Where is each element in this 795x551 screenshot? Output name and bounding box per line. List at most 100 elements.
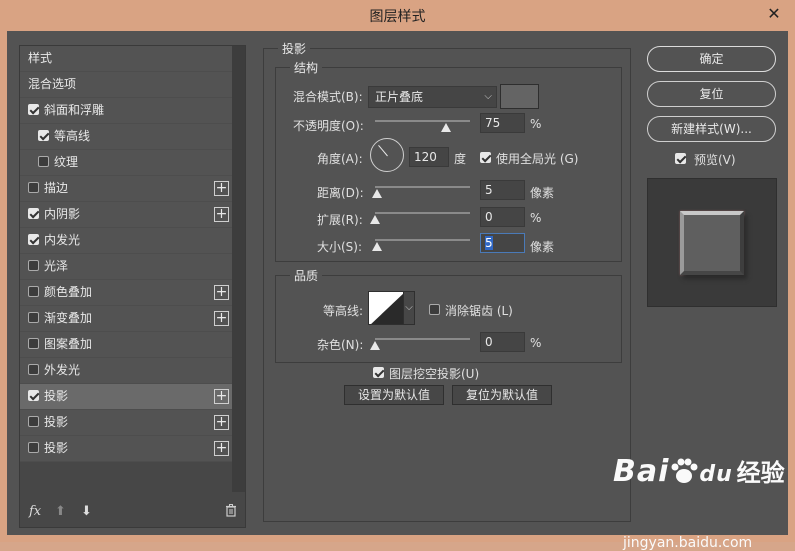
title-bar: 图层样式 ✕ bbox=[0, 0, 795, 31]
style-list-item[interactable]: 混合选项 bbox=[20, 72, 232, 98]
contour-picker[interactable] bbox=[368, 291, 404, 325]
style-list-item[interactable]: 内发光 bbox=[20, 228, 232, 254]
watermark-brand-2: du bbox=[699, 462, 733, 487]
size-input[interactable]: 5 bbox=[480, 233, 525, 253]
angle-input[interactable]: 120 bbox=[409, 147, 449, 167]
style-checkbox[interactable] bbox=[28, 234, 39, 245]
add-effect-icon[interactable]: + bbox=[214, 415, 229, 430]
global-light-label: 使用全局光 (G) bbox=[496, 152, 579, 166]
style-checkbox[interactable] bbox=[28, 364, 39, 375]
style-checkbox[interactable] bbox=[28, 208, 39, 219]
dialog-window: 图层样式 ✕ 样式 混合选项斜面和浮雕等高线纹理描边 + 内阴影 + 内发光光泽颜色叠加 +… bbox=[0, 0, 795, 551]
style-list-item-label: 等高线 bbox=[54, 129, 91, 143]
shadow-color-swatch[interactable] bbox=[500, 84, 539, 109]
add-effect-icon[interactable]: + bbox=[214, 181, 229, 196]
trash-icon[interactable] bbox=[225, 504, 237, 520]
opacity-label: 不透明度(O): bbox=[293, 119, 364, 133]
style-checkbox[interactable] bbox=[28, 338, 39, 349]
style-checkbox[interactable] bbox=[28, 182, 39, 193]
style-list-item[interactable]: 图案叠加 bbox=[20, 332, 232, 358]
antialias-checkbox[interactable] bbox=[429, 304, 440, 315]
add-effect-icon[interactable]: + bbox=[214, 285, 229, 300]
add-effect-icon[interactable]: + bbox=[214, 207, 229, 222]
style-checkbox[interactable] bbox=[28, 312, 39, 323]
size-slider-thumb[interactable] bbox=[371, 242, 382, 251]
style-list-item-label: 投影 bbox=[44, 441, 69, 455]
watermark-brand: Bai bbox=[613, 454, 670, 489]
angle-dial[interactable] bbox=[370, 138, 404, 172]
ok-button[interactable]: 确定 bbox=[647, 46, 776, 72]
close-button[interactable]: ✕ bbox=[761, 2, 787, 26]
style-checkbox[interactable] bbox=[28, 104, 39, 115]
distance-unit: 像素 bbox=[530, 186, 555, 200]
style-list-item-label: 投影 bbox=[44, 415, 69, 429]
dialog-body: 样式 混合选项 斜面和浮雕 等高线 纹理 描边 + 内阴影 + 内发光 光泽 颜色叠加 + 渐变叠加 + 图案… bbox=[7, 31, 788, 551]
style-checkbox[interactable] bbox=[38, 130, 49, 141]
add-effect-icon[interactable]: + bbox=[214, 441, 229, 456]
style-list-item[interactable]: 内阴影 + bbox=[20, 202, 232, 228]
new-style-button[interactable]: 新建样式(W)... bbox=[647, 116, 776, 142]
preview-box bbox=[647, 178, 777, 307]
style-checkbox[interactable] bbox=[38, 156, 49, 167]
angle-dial-indicator bbox=[378, 144, 388, 157]
opacity-slider-thumb[interactable] bbox=[441, 123, 452, 132]
spread-slider[interactable] bbox=[375, 212, 470, 214]
style-list-item[interactable]: 描边 + bbox=[20, 176, 232, 202]
opacity-slider[interactable] bbox=[375, 120, 470, 122]
style-checkbox[interactable] bbox=[28, 416, 39, 427]
spread-slider-thumb[interactable] bbox=[370, 215, 380, 224]
style-list-item[interactable]: 样式 bbox=[20, 46, 232, 72]
paw-icon bbox=[669, 457, 699, 485]
style-list-item-label: 内发光 bbox=[44, 233, 81, 247]
blend-mode-value: 正片叠底 bbox=[375, 90, 424, 104]
style-list-item[interactable]: 渐变叠加 + bbox=[20, 306, 232, 332]
style-list-item[interactable]: 投影 + bbox=[20, 384, 232, 410]
size-slider[interactable] bbox=[375, 239, 470, 241]
style-list-item-label: 斜面和浮雕 bbox=[44, 103, 105, 117]
add-effect-icon[interactable]: + bbox=[214, 389, 229, 404]
distance-slider-thumb[interactable] bbox=[371, 189, 382, 198]
style-list-item-label: 图案叠加 bbox=[44, 337, 93, 351]
fx-icon[interactable]: fx bbox=[29, 504, 41, 519]
style-checkbox[interactable] bbox=[28, 260, 39, 271]
preview-checkbox[interactable] bbox=[675, 153, 686, 164]
blend-mode-select[interactable]: 正片叠底 ⌵ bbox=[368, 86, 497, 108]
spread-input[interactable]: 0 bbox=[480, 207, 525, 227]
reset-button[interactable]: 复位 bbox=[647, 81, 776, 107]
style-list-item-label: 描边 bbox=[44, 181, 69, 195]
style-list-item[interactable]: 投影 + bbox=[20, 410, 232, 436]
style-list-item[interactable]: 等高线 bbox=[20, 124, 232, 150]
style-list-item-label: 内阴影 bbox=[44, 207, 81, 221]
style-checkbox[interactable] bbox=[28, 390, 39, 401]
add-effect-icon[interactable]: + bbox=[214, 311, 229, 326]
style-list-item-label: 颜色叠加 bbox=[44, 285, 93, 299]
opacity-input[interactable]: 75 bbox=[480, 113, 525, 133]
noise-slider-thumb[interactable] bbox=[370, 341, 380, 350]
size-value-selected: 5 bbox=[485, 236, 493, 250]
style-checkbox[interactable] bbox=[28, 286, 39, 297]
noise-slider[interactable] bbox=[375, 338, 470, 340]
style-list-item[interactable]: 斜面和浮雕 bbox=[20, 98, 232, 124]
style-checkbox[interactable] bbox=[28, 442, 39, 453]
move-up-icon[interactable]: ⬆ bbox=[55, 504, 66, 519]
chevron-down-icon: ⌵ bbox=[484, 91, 492, 102]
global-light-checkbox[interactable] bbox=[480, 152, 491, 163]
style-list-item[interactable]: 光泽 bbox=[20, 254, 232, 280]
noise-input[interactable]: 0 bbox=[480, 332, 525, 352]
reset-default-button[interactable]: 复位为默认值 bbox=[452, 385, 552, 405]
list-scrollbar[interactable] bbox=[232, 46, 245, 492]
contour-label: 等高线: bbox=[323, 304, 364, 318]
distance-input[interactable]: 5 bbox=[480, 180, 525, 200]
set-default-button[interactable]: 设置为默认值 bbox=[344, 385, 444, 405]
style-list-item[interactable]: 外发光 bbox=[20, 358, 232, 384]
spread-label: 扩展(R): bbox=[317, 213, 363, 227]
contour-dropdown-button[interactable]: ⌵ bbox=[403, 291, 415, 325]
structure-title: 结构 bbox=[290, 59, 323, 76]
style-list-item[interactable]: 投影 + bbox=[20, 436, 232, 462]
style-list-item[interactable]: 纹理 bbox=[20, 150, 232, 176]
knockout-checkbox[interactable] bbox=[373, 367, 384, 378]
distance-label: 距离(D): bbox=[317, 186, 364, 200]
distance-slider[interactable] bbox=[375, 186, 470, 188]
style-list-item[interactable]: 颜色叠加 + bbox=[20, 280, 232, 306]
move-down-icon[interactable]: ⬇ bbox=[81, 504, 92, 519]
